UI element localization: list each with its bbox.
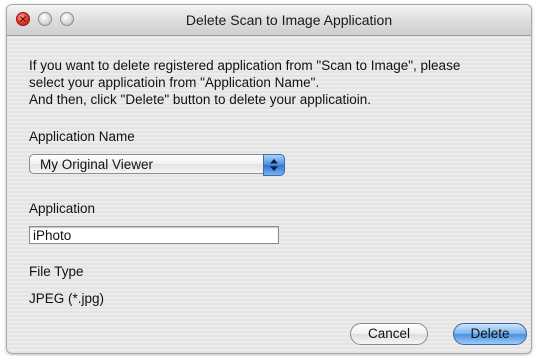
instructions-line: And then, click "Delete" button to delet… xyxy=(29,92,372,107)
application-name-label: Application Name xyxy=(29,129,135,144)
minimize-icon[interactable] xyxy=(38,12,52,26)
window-title: Delete Scan to Image Application xyxy=(185,12,393,28)
application-name-selected: My Original Viewer xyxy=(40,157,154,172)
updown-arrows-icon[interactable] xyxy=(263,154,285,176)
cancel-button[interactable]: Cancel xyxy=(350,323,428,345)
updown-arrows-glyph xyxy=(270,159,278,171)
application-name-popup[interactable]: My Original Viewer xyxy=(29,154,285,176)
zoom-icon[interactable] xyxy=(60,12,74,26)
instructions-line: If you want to delete registered applica… xyxy=(29,58,461,73)
dialog-window: Delete Scan to Image Application If you … xyxy=(6,4,532,354)
instructions-text: If you want to delete registered applica… xyxy=(29,57,519,108)
close-x-glyph xyxy=(20,16,26,22)
delete-button[interactable]: Delete xyxy=(453,323,527,345)
file-type-value: JPEG (*.jpg) xyxy=(29,291,105,306)
close-icon[interactable] xyxy=(16,12,30,26)
application-label: Application xyxy=(29,201,96,216)
title-bar[interactable]: Delete Scan to Image Application xyxy=(7,5,531,36)
instructions-line: select your applicatioin from "Applicati… xyxy=(29,75,320,90)
application-field[interactable] xyxy=(29,226,279,244)
file-type-label: File Type xyxy=(29,264,84,279)
